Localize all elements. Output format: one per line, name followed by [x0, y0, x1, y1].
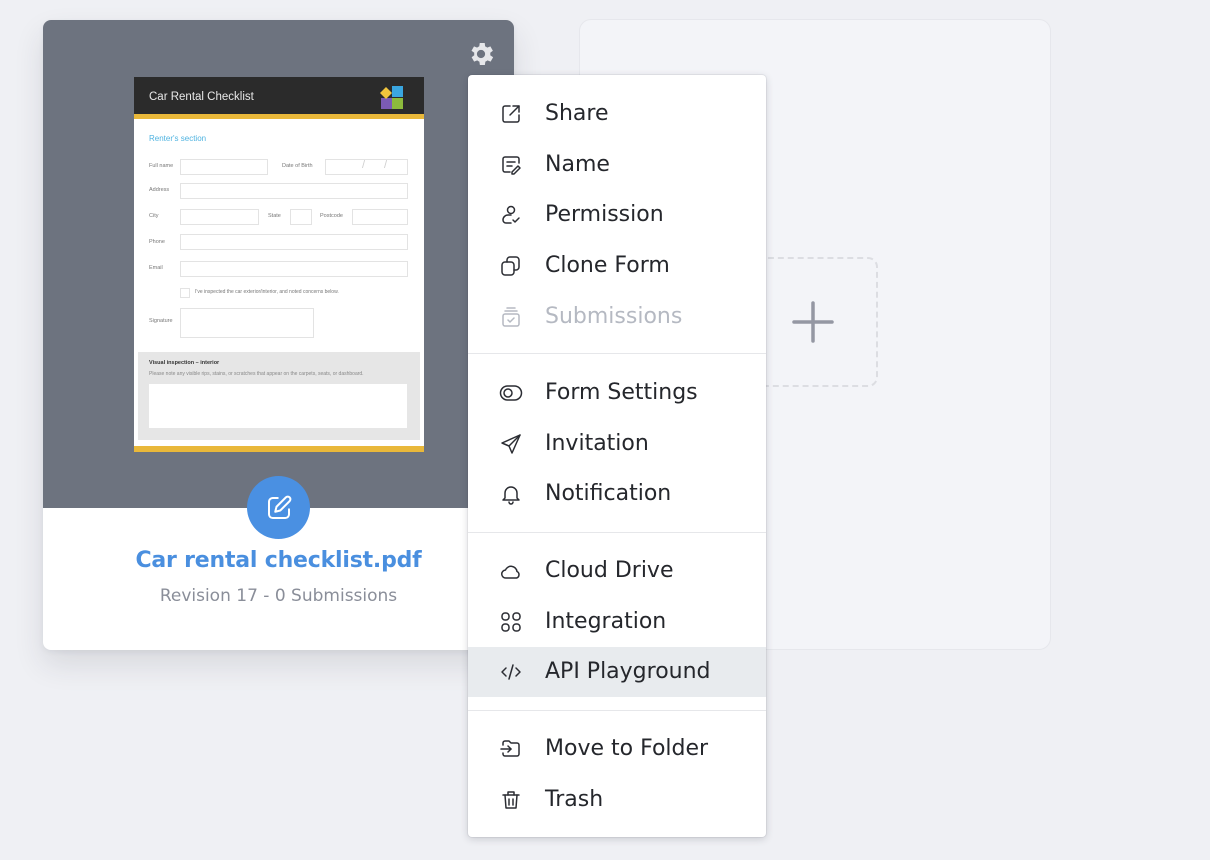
field-phone — [180, 234, 408, 250]
bell-icon — [499, 482, 523, 506]
menu-item-share[interactable]: Share — [468, 93, 766, 135]
label-email: Email — [149, 265, 163, 271]
menu-item-submissions: Submissions — [468, 296, 766, 338]
form-revision-info: Revision 17 - 0 Submissions — [159, 586, 398, 606]
checkbox-label: I've inspected the car exterior/interior… — [195, 289, 339, 295]
field-city — [180, 209, 259, 225]
label-city: City — [149, 213, 159, 219]
menu-divider — [468, 353, 766, 354]
inspection-notes-field — [149, 384, 407, 428]
field-postcode — [352, 209, 408, 225]
label-address: Address — [149, 187, 170, 193]
field-dob — [325, 159, 408, 175]
plus-icon — [792, 301, 834, 343]
label-postcode: Postcode — [320, 213, 343, 219]
trash-icon — [499, 788, 523, 812]
forms-page: Car Rental Checklist Renter's section Fu… — [0, 0, 1210, 860]
rename-icon — [499, 153, 523, 177]
menu-divider — [468, 710, 766, 711]
field-signature — [180, 308, 314, 338]
menu-item-integration[interactable]: Integration — [468, 601, 766, 643]
submissions-icon — [499, 305, 523, 329]
menu-label: Trash — [545, 787, 604, 812]
form-card[interactable]: Car Rental Checklist Renter's section Fu… — [43, 20, 514, 650]
label-phone: Phone — [149, 239, 165, 245]
form-context-menu: Share Name Permission Clone Form Submiss… — [468, 75, 766, 837]
menu-item-name[interactable]: Name — [468, 144, 766, 186]
menu-label: Move to Folder — [545, 736, 709, 761]
menu-item-permission[interactable]: Permission — [468, 194, 766, 236]
menu-divider — [468, 532, 766, 533]
grid-icon — [499, 610, 523, 634]
menu-item-move-to-folder[interactable]: Move to Folder — [468, 728, 766, 770]
clone-icon — [499, 254, 523, 278]
menu-label: Submissions — [545, 304, 683, 329]
menu-label: Form Settings — [545, 380, 698, 405]
menu-label: Notification — [545, 481, 672, 506]
menu-item-api-playground[interactable]: API Playground — [468, 647, 766, 697]
toggle-icon — [499, 381, 523, 405]
inspection-description: Please note any visible rips, stains, or… — [149, 371, 364, 377]
code-icon — [499, 660, 523, 684]
menu-item-clone-form[interactable]: Clone Form — [468, 245, 766, 287]
thumbnail-header: Car Rental Checklist — [134, 77, 424, 119]
send-icon — [499, 432, 523, 456]
user-check-icon — [499, 203, 523, 227]
form-preview-area[interactable]: Car Rental Checklist Renter's section Fu… — [43, 20, 514, 508]
move-to-folder-icon — [499, 737, 523, 761]
menu-label: Integration — [545, 609, 667, 634]
brand-logo-icon — [380, 86, 403, 109]
menu-item-form-settings[interactable]: Form Settings — [468, 372, 766, 414]
cloud-icon — [499, 559, 523, 583]
label-full-name: Full name — [149, 163, 174, 169]
thumbnail-section-title: Renter's section — [149, 134, 207, 143]
date-separator: / — [384, 159, 388, 171]
menu-label: Cloud Drive — [545, 558, 674, 583]
inspection-checkbox — [180, 288, 190, 298]
menu-label: Share — [545, 101, 609, 126]
field-state — [290, 209, 312, 225]
field-email — [180, 261, 408, 277]
label-signature: Signature — [149, 318, 173, 324]
field-address — [180, 183, 408, 199]
menu-item-trash[interactable]: Trash — [468, 779, 766, 821]
menu-label: Invitation — [545, 431, 649, 456]
edit-icon — [267, 495, 291, 519]
menu-item-cloud-drive[interactable]: Cloud Drive — [468, 550, 766, 592]
thumbnail-title: Car Rental Checklist — [149, 91, 254, 103]
add-form-button[interactable] — [748, 257, 878, 387]
thumbnail-footer-bar — [134, 446, 424, 452]
edit-form-button[interactable] — [247, 476, 310, 539]
date-separator: / — [362, 159, 366, 171]
gear-icon — [471, 43, 494, 65]
settings-gear-button[interactable] — [465, 38, 497, 70]
menu-label: Name — [545, 152, 610, 177]
menu-label: Permission — [545, 202, 664, 227]
menu-label: Clone Form — [545, 253, 670, 278]
share-icon — [499, 102, 523, 126]
field-full-name — [180, 159, 268, 175]
form-name-link[interactable]: Car rental checklist.pdf — [43, 548, 514, 573]
menu-item-invitation[interactable]: Invitation — [468, 423, 766, 465]
inspection-title: Visual inspection – interior — [149, 360, 220, 366]
form-thumbnail[interactable]: Car Rental Checklist Renter's section Fu… — [134, 77, 424, 452]
inspection-section: Visual inspection – interior Please note… — [138, 352, 420, 440]
label-dob: Date of Birth — [282, 163, 313, 169]
menu-label: API Playground — [545, 659, 711, 684]
menu-item-notification[interactable]: Notification — [468, 473, 766, 515]
label-state: State — [268, 213, 281, 219]
